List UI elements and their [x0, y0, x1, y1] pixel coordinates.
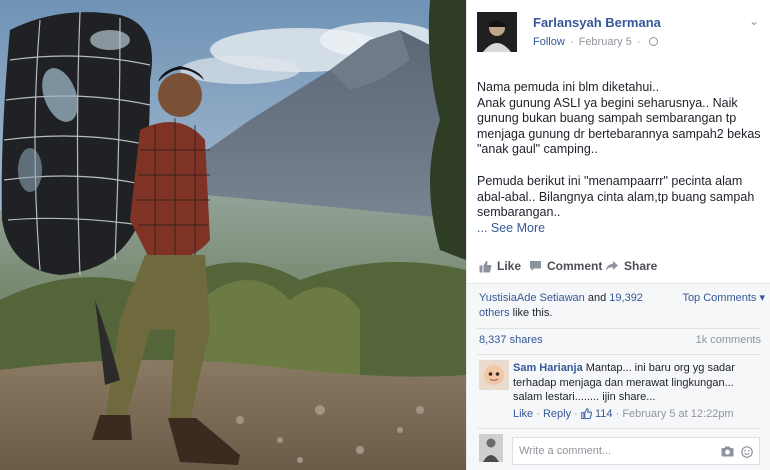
post-line: menjaga gunung dr bertebarannya sampah2 … — [477, 126, 761, 141]
post-photo[interactable] — [0, 0, 466, 470]
likers-suffix: like this. — [509, 306, 553, 319]
post-line: Anak gunung ASLI ya begini seharusnya.. … — [477, 95, 738, 110]
comment-input[interactable]: Write a comment... — [512, 437, 760, 465]
post-panel: Farlansyah Bermana Follow · February 5 ·… — [466, 0, 770, 470]
comment-icon — [530, 261, 541, 271]
comment-label: Comment — [547, 259, 603, 273]
post-actions: Like Comment Share — [479, 259, 759, 277]
divider — [477, 428, 761, 429]
divider — [477, 328, 761, 329]
emoji-icon[interactable] — [741, 446, 753, 458]
like-label: Like — [497, 259, 522, 273]
liker-names[interactable]: YustisiaAde Setiawan — [479, 292, 585, 304]
comments-count[interactable]: 1k comments — [696, 334, 761, 346]
post-line: abal-abal.. Bilangnya cinta alam,tp buan… — [477, 189, 755, 204]
feedback-section: YustisiaAde Setiawan and 19,392 others l… — [467, 283, 770, 470]
post-line: Nama pemuda ini blm diketahui.. — [477, 80, 660, 94]
top-comments-dropdown[interactable]: Top Comments ▾ — [682, 291, 765, 304]
post-date[interactable]: February 5 — [579, 36, 632, 48]
comment-button[interactable]: Comment — [529, 259, 602, 273]
viewer-avatar-image — [479, 434, 503, 462]
post-author[interactable]: Farlansyah Bermana — [533, 15, 661, 30]
post-line: Pemuda berikut ini "menampaarrr" pecinta… — [477, 173, 743, 188]
comment-actions-sep: · — [536, 408, 543, 420]
share-icon — [606, 261, 618, 271]
camera-icon[interactable] — [721, 446, 734, 457]
input-icons — [721, 446, 753, 458]
thumbs-up-icon — [479, 260, 492, 272]
author-avatar[interactable] — [477, 12, 517, 52]
post-meta: Follow · February 5 · — [533, 36, 658, 48]
viewer-avatar — [479, 434, 503, 462]
shares-count[interactable]: 8,337 shares — [479, 334, 543, 346]
post-text: Nama pemuda ini blm diketahui.. Anak gun… — [477, 80, 761, 236]
avatar-image — [477, 12, 517, 52]
hiker-photo — [0, 0, 466, 470]
divider — [477, 354, 761, 355]
chevron-down-icon[interactable]: ⌄ — [749, 14, 759, 28]
meta-separator: · — [569, 36, 574, 48]
comment-like-link[interactable]: Like — [513, 408, 533, 420]
share-button[interactable]: Share — [605, 259, 657, 273]
comment-author[interactable]: Sam Harianja — [513, 362, 583, 374]
photo-viewer: Farlansyah Bermana Follow · February 5 ·… — [0, 0, 770, 470]
post-line: sembarangan.. — [477, 205, 561, 220]
thumbs-up-icon — [581, 408, 593, 422]
globe-icon — [648, 37, 658, 46]
likers-and: and — [584, 292, 607, 304]
likers-sentence: YustisiaAde Setiawan and 19,392 others l… — [479, 291, 669, 320]
like-button[interactable]: Like — [479, 259, 521, 273]
comment-reply-link[interactable]: Reply — [543, 408, 571, 420]
reply-box: Write a comment... — [479, 434, 769, 468]
post-line: gunung bukan buang sampah sembarangan tp — [477, 111, 737, 126]
comment-body: Sam Harianja Mantap... ini baru org yg s… — [513, 361, 765, 405]
see-more-link[interactable]: ... See More — [477, 221, 761, 237]
baby-avatar-image — [479, 360, 509, 390]
post-line: "anak gaul" camping.. — [477, 142, 598, 157]
comment-actions-sep: · — [574, 408, 581, 420]
comment-like-count[interactable]: 114 — [595, 408, 613, 420]
comment-timestamp[interactable]: February 5 at 12:22pm — [622, 408, 733, 420]
follow-link[interactable]: Follow — [533, 36, 565, 48]
post-header: Farlansyah Bermana Follow · February 5 ·… — [477, 12, 767, 52]
meta-separator-2: · — [636, 36, 641, 48]
comment-actions: Like · Reply · 114 · February 5 at 12:22… — [513, 408, 734, 422]
comment-input-placeholder: Write a comment... — [519, 445, 612, 457]
commenter-avatar[interactable] — [479, 360, 509, 390]
share-label: Share — [624, 259, 658, 273]
